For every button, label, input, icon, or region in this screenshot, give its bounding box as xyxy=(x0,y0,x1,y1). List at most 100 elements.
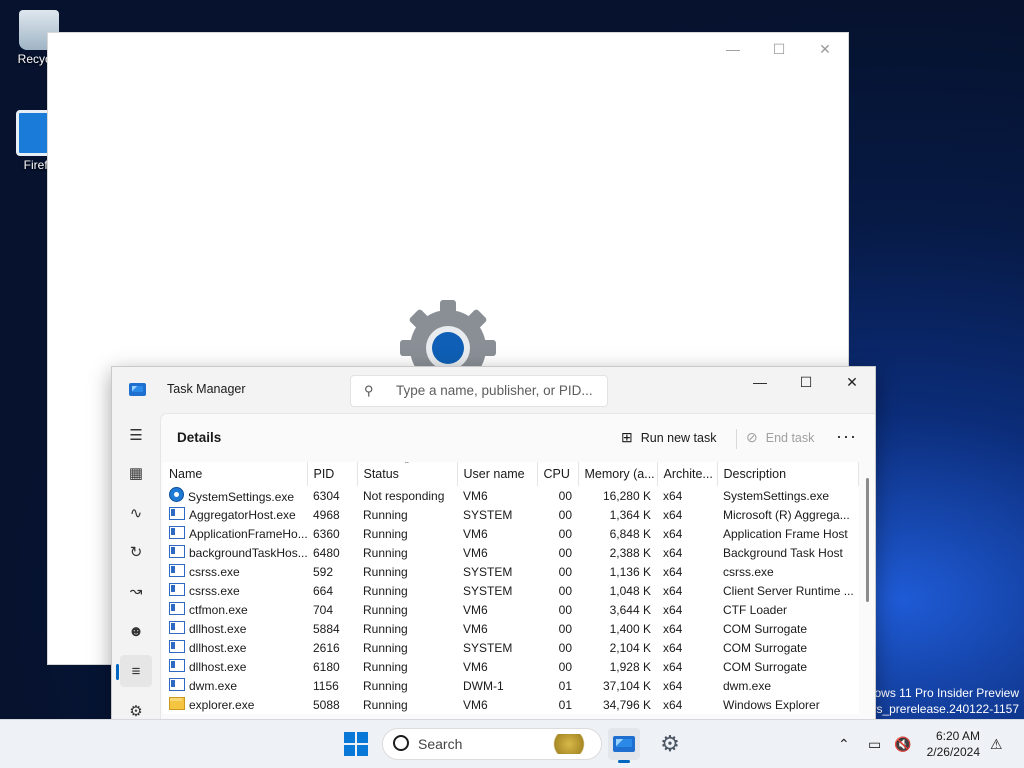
application-icon xyxy=(169,659,185,672)
column-header-architecture[interactable]: Archite... xyxy=(657,462,718,486)
column-header-user-name[interactable]: User name xyxy=(457,462,538,486)
task-manager-window[interactable]: Task Manager ⚲ Type a name, publisher, o… xyxy=(111,366,876,724)
cell-memory: 34,796 K xyxy=(602,697,651,712)
cell-user-name: VM6 xyxy=(463,488,488,503)
cell-architecture: x64 xyxy=(663,659,683,674)
search-icon: ⚲ xyxy=(364,383,374,398)
maximize-button[interactable]: ☐ xyxy=(783,367,829,397)
application-icon xyxy=(169,526,185,539)
column-header-pid[interactable]: PID xyxy=(307,462,358,486)
process-name-label: AggregatorHost.exe xyxy=(189,508,296,522)
cell-memory: 16,280 K xyxy=(602,488,651,503)
more-options-button[interactable]: ··· xyxy=(836,426,857,447)
table-row[interactable]: csrss.exe 592 Running SYSTEM 00 1,136 K x64 csr… xyxy=(163,562,858,581)
cell-status: Running xyxy=(363,583,408,598)
cell-architecture: x64 xyxy=(663,526,683,541)
cell-architecture: x64 xyxy=(663,564,683,579)
start-button[interactable] xyxy=(344,732,368,756)
cell-architecture: x64 xyxy=(663,678,683,693)
settings-close-button[interactable]: ✕ xyxy=(802,33,848,65)
hamburger-menu-icon[interactable]: ☰ xyxy=(120,419,152,451)
processes-icon[interactable]: ▦ xyxy=(120,457,152,489)
application-icon xyxy=(169,640,185,653)
cell-architecture: x64 xyxy=(663,602,683,617)
table-row[interactable]: dllhost.exe 2616 Running SYSTEM 00 2,104 K x64… xyxy=(163,638,858,657)
settings-minimize-button[interactable]: — xyxy=(710,33,756,65)
table-row[interactable]: explorer.exe 5088 Running VM6 01 34,796 K x64 W… xyxy=(163,695,858,714)
cell-user-name: VM6 xyxy=(463,602,488,617)
search-input[interactable]: ⚲ Type a name, publisher, or PID... xyxy=(350,375,608,407)
windows-logo-tile xyxy=(357,732,368,743)
search-highlight-image xyxy=(553,734,593,754)
cell-process-name: explorer.exe xyxy=(163,695,307,714)
windows-logo-tile xyxy=(344,732,355,743)
end-task-label: End task xyxy=(765,430,815,445)
os-watermark: dows 11 Pro Insider Preview 0.rs_prerele… xyxy=(862,685,1019,717)
performance-icon[interactable]: ∿ xyxy=(120,497,152,529)
table-row[interactable]: dllhost.exe 5884 Running VM6 00 1,400 K x64 COM… xyxy=(163,619,858,638)
column-header-cpu[interactable]: CPU xyxy=(537,462,579,486)
cell-user-name: VM6 xyxy=(463,697,488,712)
close-button[interactable]: ✕ xyxy=(829,367,875,397)
cell-process-name: SystemSettings.exe xyxy=(163,486,307,505)
process-name-label: ctfmon.exe xyxy=(189,603,248,617)
search-placeholder: Type a name, publisher, or PID... xyxy=(396,383,593,398)
process-name-label: SystemSettings.exe xyxy=(188,490,295,504)
show-hidden-icons-button[interactable]: ⌃ xyxy=(838,720,850,768)
table-row[interactable]: dllhost.exe 6180 Running VM6 00 1,928 K x64 COM… xyxy=(163,657,858,676)
table-row[interactable]: backgroundTaskHos... 6480 Running VM6 00 2,38… xyxy=(163,543,858,562)
cell-architecture: x64 xyxy=(663,621,683,636)
folder-icon xyxy=(169,697,185,710)
process-name-label: explorer.exe xyxy=(189,698,255,712)
network-icon[interactable]: ▭ xyxy=(868,720,881,768)
cell-cpu: 00 xyxy=(558,564,572,579)
users-icon[interactable]: ☻ xyxy=(120,615,152,647)
notifications-icon[interactable]: ⚠ xyxy=(990,720,1003,768)
table-row[interactable]: AggregatorHost.exe 4968 Running SYSTEM 00 1,3… xyxy=(163,505,858,524)
table-row[interactable]: ctfmon.exe 704 Running VM6 00 3,644 K x64 CTF L… xyxy=(163,600,858,619)
table-row[interactable]: csrss.exe 664 Running SYSTEM 00 1,048 K x64 Cli… xyxy=(163,581,858,600)
cell-status: Running xyxy=(363,526,408,541)
column-header-description[interactable]: Description xyxy=(717,462,859,486)
end-task-button[interactable]: ⊘ End task xyxy=(746,429,814,446)
vertical-scrollbar[interactable] xyxy=(866,478,869,602)
taskbar-search-box[interactable]: Search xyxy=(382,728,602,760)
cell-memory: 1,364 K xyxy=(609,507,651,522)
windows-logo-tile xyxy=(344,745,355,756)
column-header-status[interactable]: Status ⌃ xyxy=(357,462,458,486)
run-new-task-button[interactable]: ⊞ Run new task xyxy=(621,429,716,446)
cell-cpu: 00 xyxy=(558,659,572,674)
cell-process-name: backgroundTaskHos... xyxy=(163,543,307,562)
cell-memory: 1,136 K xyxy=(609,564,651,579)
cell-process-name: csrss.exe xyxy=(163,562,307,581)
minimize-button[interactable]: — xyxy=(737,367,783,397)
column-header-memory[interactable]: Memory (a... xyxy=(578,462,658,486)
cell-pid: 592 xyxy=(313,564,334,579)
cell-pid: 704 xyxy=(313,602,334,617)
title-bar[interactable]: Task Manager ⚲ Type a name, publisher, o… xyxy=(112,367,875,413)
application-icon xyxy=(169,583,185,596)
cell-cpu: 00 xyxy=(558,640,572,655)
cell-description: CTF Loader xyxy=(723,602,788,617)
cell-memory: 1,048 K xyxy=(609,583,651,598)
cell-user-name: SYSTEM xyxy=(463,640,513,655)
application-icon xyxy=(169,602,185,615)
details-icon[interactable]: ≡ xyxy=(116,655,152,687)
settings-app-icon xyxy=(169,487,184,502)
cell-process-name: dllhost.exe xyxy=(163,619,307,638)
clock-date: 2/26/2024 xyxy=(926,745,980,759)
taskbar-task-manager-button[interactable] xyxy=(608,728,640,763)
system-clock[interactable]: 6:20 AM 2/26/2024 xyxy=(927,728,980,760)
table-row[interactable]: ApplicationFrameHo... 6360 Running VM6 00 6,8… xyxy=(163,524,858,543)
cell-pid: 4968 xyxy=(313,507,340,522)
column-header-name[interactable]: Name xyxy=(163,462,308,486)
settings-maximize-button[interactable]: ☐ xyxy=(756,33,802,65)
page-header: Details ⊞ Run new task ⊘ End task ··· xyxy=(161,414,875,462)
app-history-icon[interactable]: ↻ xyxy=(120,536,152,568)
table-row[interactable]: SystemSettings.exe 6304 Not responding VM6 0… xyxy=(163,486,858,505)
settings-window-controls: — ☐ ✕ xyxy=(710,33,848,65)
startup-apps-icon[interactable]: ↝ xyxy=(120,575,152,607)
taskbar-settings-button[interactable]: ⚙ xyxy=(654,728,686,760)
table-row[interactable]: dwm.exe 1156 Running DWM-1 01 37,104 K x64 dwm.… xyxy=(163,676,858,695)
volume-muted-icon[interactable]: 🔇 xyxy=(894,720,911,768)
